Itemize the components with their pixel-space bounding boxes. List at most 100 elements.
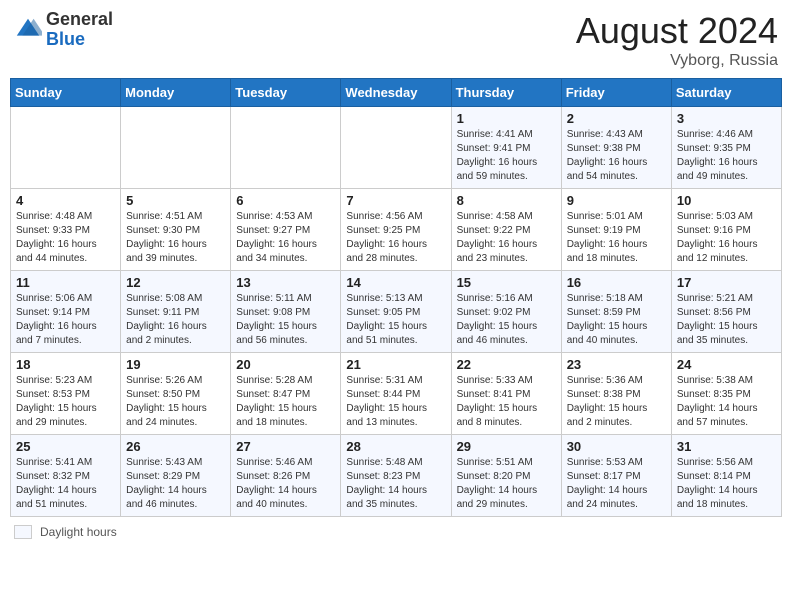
day-info: Sunrise: 4:58 AM Sunset: 9:22 PM Dayligh…	[457, 210, 556, 266]
calendar-cell: 10Sunrise: 5:03 AM Sunset: 9:16 PM Dayli…	[671, 189, 781, 271]
calendar-week: 4Sunrise: 4:48 AM Sunset: 9:33 PM Daylig…	[11, 189, 782, 271]
calendar-cell: 9 Sunrise: 5:01 AM Sunset: 9:19 PM Daylig…	[561, 189, 671, 271]
logo: General Blue	[14, 10, 113, 50]
calendar-cell: 8 Sunrise: 4:58 AM Sunset: 9:22 PM Daylig…	[451, 189, 561, 271]
legend-label: Daylight hours	[40, 525, 117, 539]
day-number: 7	[346, 193, 445, 208]
header-cell: Sunday	[11, 79, 121, 107]
day-number: 21	[346, 357, 445, 372]
day-info: Sunrise: 5:21 AM Sunset: 8:56 PM Dayligh…	[677, 292, 776, 348]
calendar-week: 11 Sunrise: 5:06 AM Sunset: 9:14 PM Dayli…	[11, 271, 782, 353]
day-number: 28	[346, 439, 445, 454]
day-number: 16	[567, 275, 666, 290]
day-number: 20	[236, 357, 335, 372]
day-info: Sunrise: 5:01 AM Sunset: 9:19 PM Dayligh…	[567, 210, 666, 266]
calendar-week: 18Sunrise: 5:23 AM Sunset: 8:53 PM Dayli…	[11, 353, 782, 435]
calendar-cell: 18Sunrise: 5:23 AM Sunset: 8:53 PM Dayli…	[11, 353, 121, 435]
day-number: 14	[346, 275, 445, 290]
calendar-body: 1 Sunrise: 4:41 AM Sunset: 9:41 PM Daylig…	[11, 107, 782, 517]
day-number: 18	[16, 357, 115, 372]
month-title: August 2024	[576, 10, 778, 52]
day-info: Sunrise: 5:16 AM Sunset: 9:02 PM Dayligh…	[457, 292, 556, 348]
day-info: Sunrise: 5:33 AM Sunset: 8:41 PM Dayligh…	[457, 374, 556, 430]
day-number: 30	[567, 439, 666, 454]
day-number: 23	[567, 357, 666, 372]
logo-text: General Blue	[46, 10, 113, 50]
calendar-cell: 25 Sunrise: 5:41 AM Sunset: 8:32 PM Dayli…	[11, 435, 121, 517]
day-info: Sunrise: 5:41 AM Sunset: 8:32 PM Dayligh…	[16, 456, 115, 512]
day-number: 6	[236, 193, 335, 208]
calendar-cell: 6 Sunrise: 4:53 AM Sunset: 9:27 PM Daylig…	[231, 189, 341, 271]
day-number: 24	[677, 357, 776, 372]
day-number: 10	[677, 193, 776, 208]
day-number: 8	[457, 193, 556, 208]
day-info: Sunrise: 5:26 AM Sunset: 8:50 PM Dayligh…	[126, 374, 225, 430]
calendar-week: 1 Sunrise: 4:41 AM Sunset: 9:41 PM Daylig…	[11, 107, 782, 189]
day-number: 13	[236, 275, 335, 290]
calendar-cell: 12Sunrise: 5:08 AM Sunset: 9:11 PM Dayli…	[121, 271, 231, 353]
calendar-table: SundayMondayTuesdayWednesdayThursdayFrid…	[10, 78, 782, 517]
calendar-header: SundayMondayTuesdayWednesdayThursdayFrid…	[11, 79, 782, 107]
day-number: 11	[16, 275, 115, 290]
location-title: Vyborg, Russia	[576, 52, 778, 70]
calendar-cell: 28 Sunrise: 5:48 AM Sunset: 8:23 PM Dayli…	[341, 435, 451, 517]
day-number: 5	[126, 193, 225, 208]
day-number: 3	[677, 111, 776, 126]
header-cell: Wednesday	[341, 79, 451, 107]
calendar-cell: 1 Sunrise: 4:41 AM Sunset: 9:41 PM Daylig…	[451, 107, 561, 189]
day-info: Sunrise: 5:46 AM Sunset: 8:26 PM Dayligh…	[236, 456, 335, 512]
day-info: Sunrise: 5:36 AM Sunset: 8:38 PM Dayligh…	[567, 374, 666, 430]
day-number: 4	[16, 193, 115, 208]
calendar-cell: 14 Sunrise: 5:13 AM Sunset: 9:05 PM Dayli…	[341, 271, 451, 353]
day-info: Sunrise: 5:06 AM Sunset: 9:14 PM Dayligh…	[16, 292, 115, 348]
day-info: Sunrise: 5:38 AM Sunset: 8:35 PM Dayligh…	[677, 374, 776, 430]
footer: Daylight hours	[10, 525, 782, 539]
header-cell: Tuesday	[231, 79, 341, 107]
day-number: 25	[16, 439, 115, 454]
day-info: Sunrise: 4:51 AM Sunset: 9:30 PM Dayligh…	[126, 210, 225, 266]
calendar-cell: 20Sunrise: 5:28 AM Sunset: 8:47 PM Dayli…	[231, 353, 341, 435]
calendar-week: 25 Sunrise: 5:41 AM Sunset: 8:32 PM Dayli…	[11, 435, 782, 517]
day-number: 27	[236, 439, 335, 454]
day-info: Sunrise: 4:43 AM Sunset: 9:38 PM Dayligh…	[567, 128, 666, 184]
calendar-cell	[11, 107, 121, 189]
day-number: 15	[457, 275, 556, 290]
page-header: General Blue August 2024 Vyborg, Russia	[10, 10, 782, 70]
calendar-cell: 11 Sunrise: 5:06 AM Sunset: 9:14 PM Dayli…	[11, 271, 121, 353]
header-cell: Friday	[561, 79, 671, 107]
calendar-cell: 13 Sunrise: 5:11 AM Sunset: 9:08 PM Dayli…	[231, 271, 341, 353]
calendar-cell: 26Sunrise: 5:43 AM Sunset: 8:29 PM Dayli…	[121, 435, 231, 517]
day-info: Sunrise: 4:53 AM Sunset: 9:27 PM Dayligh…	[236, 210, 335, 266]
calendar-cell: 4Sunrise: 4:48 AM Sunset: 9:33 PM Daylig…	[11, 189, 121, 271]
calendar-cell: 2Sunrise: 4:43 AM Sunset: 9:38 PM Daylig…	[561, 107, 671, 189]
day-number: 29	[457, 439, 556, 454]
day-info: Sunrise: 5:56 AM Sunset: 8:14 PM Dayligh…	[677, 456, 776, 512]
header-cell: Thursday	[451, 79, 561, 107]
calendar-cell: 19 Sunrise: 5:26 AM Sunset: 8:50 PM Dayli…	[121, 353, 231, 435]
title-block: August 2024 Vyborg, Russia	[576, 10, 778, 70]
day-number: 19	[126, 357, 225, 372]
day-number: 12	[126, 275, 225, 290]
calendar-cell: 5 Sunrise: 4:51 AM Sunset: 9:30 PM Daylig…	[121, 189, 231, 271]
calendar-cell: 16Sunrise: 5:18 AM Sunset: 8:59 PM Dayli…	[561, 271, 671, 353]
calendar-cell: 27 Sunrise: 5:46 AM Sunset: 8:26 PM Dayli…	[231, 435, 341, 517]
day-info: Sunrise: 5:51 AM Sunset: 8:20 PM Dayligh…	[457, 456, 556, 512]
calendar-cell: 29 Sunrise: 5:51 AM Sunset: 8:20 PM Dayli…	[451, 435, 561, 517]
day-info: Sunrise: 5:11 AM Sunset: 9:08 PM Dayligh…	[236, 292, 335, 348]
calendar-cell: 3Sunrise: 4:46 AM Sunset: 9:35 PM Daylig…	[671, 107, 781, 189]
day-info: Sunrise: 5:53 AM Sunset: 8:17 PM Dayligh…	[567, 456, 666, 512]
day-number: 1	[457, 111, 556, 126]
day-info: Sunrise: 5:13 AM Sunset: 9:05 PM Dayligh…	[346, 292, 445, 348]
day-number: 9	[567, 193, 666, 208]
header-cell: Saturday	[671, 79, 781, 107]
header-cell: Monday	[121, 79, 231, 107]
day-info: Sunrise: 5:31 AM Sunset: 8:44 PM Dayligh…	[346, 374, 445, 430]
calendar-cell: 30 Sunrise: 5:53 AM Sunset: 8:17 PM Dayli…	[561, 435, 671, 517]
day-number: 22	[457, 357, 556, 372]
day-info: Sunrise: 4:56 AM Sunset: 9:25 PM Dayligh…	[346, 210, 445, 266]
day-info: Sunrise: 5:48 AM Sunset: 8:23 PM Dayligh…	[346, 456, 445, 512]
day-info: Sunrise: 4:41 AM Sunset: 9:41 PM Dayligh…	[457, 128, 556, 184]
calendar-cell: 24 Sunrise: 5:38 AM Sunset: 8:35 PM Dayli…	[671, 353, 781, 435]
day-number: 17	[677, 275, 776, 290]
day-number: 31	[677, 439, 776, 454]
